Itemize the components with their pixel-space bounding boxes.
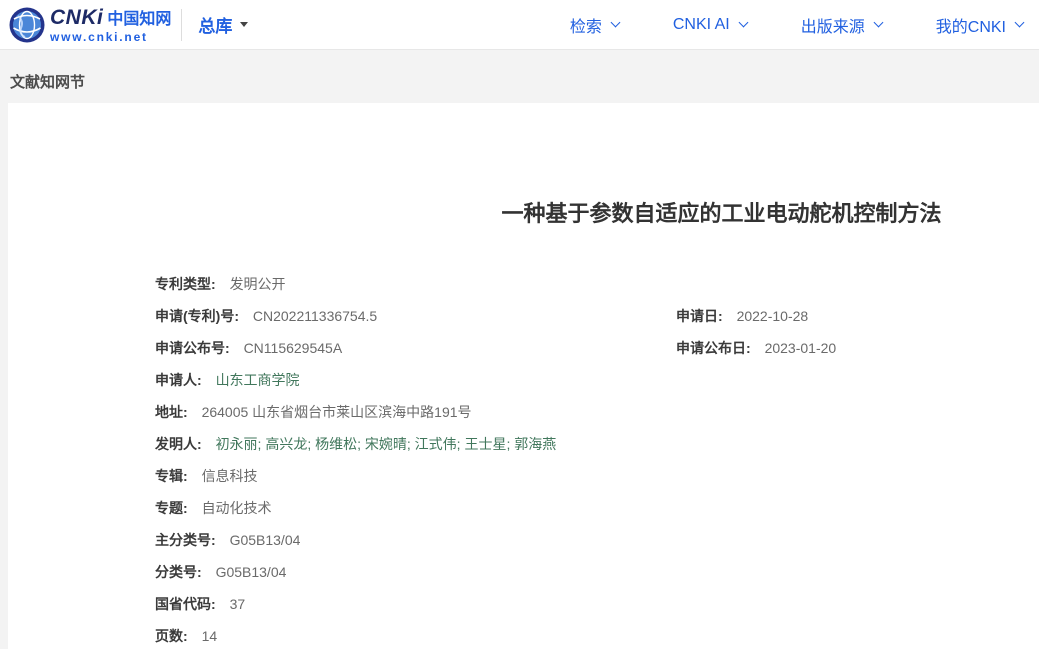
library-dropdown-label: 总库 [198, 17, 233, 36]
chevron-down-icon [1014, 17, 1025, 28]
breadcrumb-strip: 文献知网节 [0, 50, 1039, 103]
chevron-down-icon [738, 17, 749, 28]
chevron-down-icon [610, 17, 621, 28]
logo-divider [181, 8, 183, 41]
breadcrumb: 文献知网节 [10, 74, 86, 91]
nav-item-cnki-ai[interactable]: CNKI AI [672, 15, 749, 34]
field-row-application-date: 申请日: 2022-10-28 [676, 300, 808, 332]
library-dropdown[interactable]: 总库 [198, 12, 249, 37]
field-value: 2023-01-20 [764, 340, 837, 356]
nav-item-publish-source[interactable]: 出版来源 [800, 13, 884, 37]
field-row-series: 专辑: 信息科技 [155, 460, 1039, 492]
cnki-globe-icon [9, 7, 45, 42]
field-row-topic: 专题: 自动化技术 [155, 492, 1039, 524]
field-label: 地址: [155, 404, 188, 420]
field-value: 发明公开 [229, 276, 286, 292]
nav-item-label: 检索 [569, 18, 602, 36]
field-label: 专利类型: [155, 276, 216, 292]
field-label: 申请公布号: [155, 340, 230, 356]
caret-down-icon [240, 22, 249, 27]
field-value: 14 [201, 628, 218, 644]
field-label: 发明人: [155, 436, 202, 452]
field-label: 页数: [155, 628, 188, 644]
field-value: CN115629545A [243, 340, 343, 356]
field-row-inventors: 发明人: 初永丽; 高兴龙; 杨维松; 宋婉晴; 江式伟; 王士星; 郭海燕 [155, 428, 1039, 460]
field-row-publication-date: 申请公布日: 2023-01-20 [676, 332, 836, 364]
field-row-applicant: 申请人: 山东工商学院 [155, 364, 1039, 396]
field-value: 自动化技术 [201, 500, 272, 516]
field-row-province-code: 国省代码: 37 [155, 588, 1039, 620]
field-value: 信息科技 [201, 468, 258, 484]
field-value: 2022-10-28 [736, 308, 809, 324]
field-value: 37 [229, 596, 246, 612]
field-row-page-count: 页数: 14 [155, 620, 1039, 649]
cnki-logo[interactable]: CNKi 中国知网 www.cnki.net [8, 6, 171, 44]
nav-item-search[interactable]: 检索 [569, 13, 621, 37]
field-label: 申请人: [155, 372, 202, 388]
field-value: CN202211336754.5 [252, 308, 378, 324]
nav-item-label: 我的CNKI [935, 18, 1006, 36]
chevron-down-icon [873, 17, 884, 28]
nav-item-label: CNKI AI [672, 15, 730, 33]
field-label: 主分类号: [155, 532, 216, 548]
field-row-publication-number: 申请公布号: CN115629545A 申请公布日: 2023-01-20 [155, 332, 1039, 364]
field-value: G05B13/04 [215, 564, 287, 580]
top-navbar: CNKi 中国知网 www.cnki.net 总库 检索 CNKI AI 出版来… [0, 0, 1039, 50]
field-row-main-class-code: 主分类号: G05B13/04 [155, 524, 1039, 556]
field-value: G05B13/04 [229, 532, 301, 548]
field-label: 专辑: [155, 468, 188, 484]
field-value: 264005 山东省烟台市莱山区滨海中路191号 [201, 404, 472, 420]
inventor-links[interactable]: 初永丽; 高兴龙; 杨维松; 宋婉晴; 江式伟; 王士星; 郭海燕 [216, 436, 557, 452]
page-title: 一种基于参数自适应的工业电动舵机控制方法 [501, 201, 942, 226]
field-row-patent-type: 专利类型: 发明公开 [155, 268, 1039, 300]
nav-item-my-cnki[interactable]: 我的CNKI [935, 13, 1025, 37]
patent-fields: 专利类型: 发明公开 申请(专利)号: CN202211336754.5 申请日… [155, 268, 1039, 649]
main-nav: 检索 CNKI AI 出版来源 我的CNKI [569, 13, 1025, 37]
logo-site-url: www.cnki.net [50, 29, 148, 44]
field-label: 国省代码: [155, 596, 216, 612]
logo-brand-text: CNKi [50, 5, 104, 29]
field-row-application-number: 申请(专利)号: CN202211336754.5 申请日: 2022-10-2… [155, 300, 1039, 332]
field-label: 专题: [155, 500, 188, 516]
field-label: 申请公布日: [676, 340, 751, 356]
patent-detail-panel: 一种基于参数自适应的工业电动舵机控制方法 专利类型: 发明公开 申请(专利)号:… [8, 103, 1039, 649]
field-label: 分类号: [155, 564, 202, 580]
field-row-address: 地址: 264005 山东省烟台市莱山区滨海中路191号 [155, 396, 1039, 428]
field-label: 申请日: [676, 308, 723, 324]
applicant-link[interactable]: 山东工商学院 [216, 372, 300, 388]
field-label: 申请(专利)号: [155, 308, 239, 324]
logo-brand-chinese: 中国知网 [107, 8, 172, 28]
nav-item-label: 出版来源 [800, 18, 865, 36]
field-row-class-code: 分类号: G05B13/04 [155, 556, 1039, 588]
